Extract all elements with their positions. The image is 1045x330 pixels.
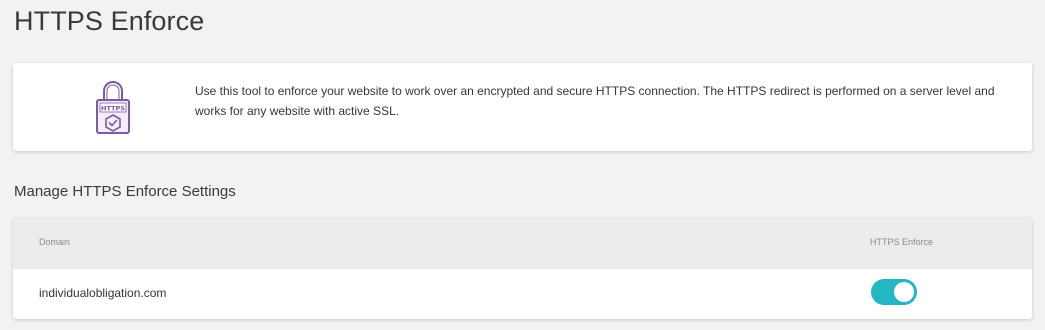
section-title: Manage HTTPS Enforce Settings: [14, 183, 236, 200]
info-card: HTTPS Use this tool to enforce your webs…: [13, 63, 1032, 151]
page-title: HTTPS Enforce: [14, 6, 205, 36]
table-row: individualobligation.com: [13, 269, 1032, 319]
settings-table: Domain HTTPS Enforce individualobligatio…: [13, 218, 1032, 319]
https-lock-icon: HTTPS: [96, 81, 130, 134]
domain-cell: individualobligation.com: [39, 286, 167, 300]
https-label: HTTPS: [101, 105, 125, 113]
table-header: Domain HTTPS Enforce: [13, 218, 1032, 269]
column-header-https-enforce: HTTPS Enforce: [870, 237, 934, 247]
toggle-knob: [894, 282, 914, 302]
info-description: Use this tool to enforce your website to…: [195, 84, 995, 118]
column-header-domain: Domain: [39, 237, 71, 247]
https-enforce-toggle[interactable]: [871, 279, 917, 305]
